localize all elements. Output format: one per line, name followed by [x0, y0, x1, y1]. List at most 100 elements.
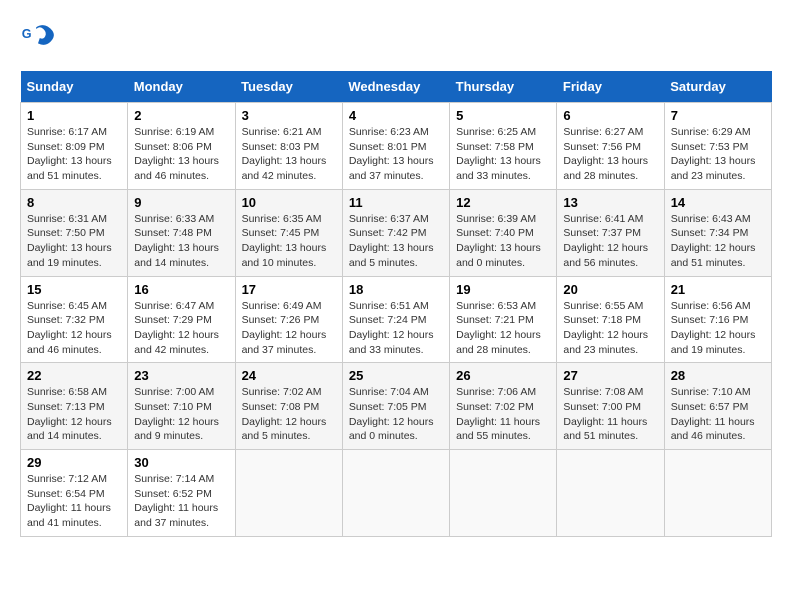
- day-info: Sunrise: 6:21 AMSunset: 8:03 PMDaylight:…: [242, 125, 336, 184]
- day-info: Sunrise: 7:10 AMSunset: 6:57 PMDaylight:…: [671, 385, 765, 444]
- day-number: 3: [242, 108, 336, 123]
- day-number: 1: [27, 108, 121, 123]
- day-number: 23: [134, 368, 228, 383]
- calendar-cell: 3 Sunrise: 6:21 AMSunset: 8:03 PMDayligh…: [235, 103, 342, 190]
- day-number: 30: [134, 455, 228, 470]
- calendar-cell: 26 Sunrise: 7:06 AMSunset: 7:02 PMDaylig…: [450, 363, 557, 450]
- calendar-cell: 23 Sunrise: 7:00 AMSunset: 7:10 PMDaylig…: [128, 363, 235, 450]
- day-number: 8: [27, 195, 121, 210]
- calendar-week-4: 22 Sunrise: 6:58 AMSunset: 7:13 PMDaylig…: [21, 363, 772, 450]
- calendar-week-5: 29 Sunrise: 7:12 AMSunset: 6:54 PMDaylig…: [21, 450, 772, 537]
- calendar-cell: 25 Sunrise: 7:04 AMSunset: 7:05 PMDaylig…: [342, 363, 449, 450]
- day-number: 28: [671, 368, 765, 383]
- day-info: Sunrise: 6:45 AMSunset: 7:32 PMDaylight:…: [27, 299, 121, 358]
- col-header-tuesday: Tuesday: [235, 71, 342, 103]
- day-info: Sunrise: 7:12 AMSunset: 6:54 PMDaylight:…: [27, 472, 121, 531]
- calendar-week-2: 8 Sunrise: 6:31 AMSunset: 7:50 PMDayligh…: [21, 189, 772, 276]
- day-number: 5: [456, 108, 550, 123]
- calendar-week-1: 1 Sunrise: 6:17 AMSunset: 8:09 PMDayligh…: [21, 103, 772, 190]
- calendar-cell: [342, 450, 449, 537]
- day-info: Sunrise: 6:33 AMSunset: 7:48 PMDaylight:…: [134, 212, 228, 271]
- day-number: 25: [349, 368, 443, 383]
- logo-icon: G: [20, 20, 56, 56]
- day-number: 2: [134, 108, 228, 123]
- day-number: 26: [456, 368, 550, 383]
- day-number: 29: [27, 455, 121, 470]
- day-info: Sunrise: 6:31 AMSunset: 7:50 PMDaylight:…: [27, 212, 121, 271]
- day-info: Sunrise: 6:37 AMSunset: 7:42 PMDaylight:…: [349, 212, 443, 271]
- calendar-cell: [235, 450, 342, 537]
- calendar-cell: 29 Sunrise: 7:12 AMSunset: 6:54 PMDaylig…: [21, 450, 128, 537]
- col-header-sunday: Sunday: [21, 71, 128, 103]
- day-info: Sunrise: 6:23 AMSunset: 8:01 PMDaylight:…: [349, 125, 443, 184]
- day-number: 14: [671, 195, 765, 210]
- day-number: 16: [134, 282, 228, 297]
- col-header-saturday: Saturday: [664, 71, 771, 103]
- day-number: 19: [456, 282, 550, 297]
- day-number: 15: [27, 282, 121, 297]
- day-number: 22: [27, 368, 121, 383]
- day-number: 7: [671, 108, 765, 123]
- day-number: 27: [563, 368, 657, 383]
- calendar-cell: [664, 450, 771, 537]
- day-info: Sunrise: 6:49 AMSunset: 7:26 PMDaylight:…: [242, 299, 336, 358]
- calendar-cell: 10 Sunrise: 6:35 AMSunset: 7:45 PMDaylig…: [235, 189, 342, 276]
- calendar-cell: 30 Sunrise: 7:14 AMSunset: 6:52 PMDaylig…: [128, 450, 235, 537]
- day-info: Sunrise: 6:43 AMSunset: 7:34 PMDaylight:…: [671, 212, 765, 271]
- day-info: Sunrise: 6:56 AMSunset: 7:16 PMDaylight:…: [671, 299, 765, 358]
- calendar-cell: 1 Sunrise: 6:17 AMSunset: 8:09 PMDayligh…: [21, 103, 128, 190]
- calendar-cell: 21 Sunrise: 6:56 AMSunset: 7:16 PMDaylig…: [664, 276, 771, 363]
- calendar-cell: 11 Sunrise: 6:37 AMSunset: 7:42 PMDaylig…: [342, 189, 449, 276]
- calendar-cell: 16 Sunrise: 6:47 AMSunset: 7:29 PMDaylig…: [128, 276, 235, 363]
- day-number: 20: [563, 282, 657, 297]
- day-info: Sunrise: 6:58 AMSunset: 7:13 PMDaylight:…: [27, 385, 121, 444]
- day-info: Sunrise: 7:00 AMSunset: 7:10 PMDaylight:…: [134, 385, 228, 444]
- calendar-cell: 17 Sunrise: 6:49 AMSunset: 7:26 PMDaylig…: [235, 276, 342, 363]
- calendar-cell: 8 Sunrise: 6:31 AMSunset: 7:50 PMDayligh…: [21, 189, 128, 276]
- day-info: Sunrise: 6:17 AMSunset: 8:09 PMDaylight:…: [27, 125, 121, 184]
- calendar-cell: 12 Sunrise: 6:39 AMSunset: 7:40 PMDaylig…: [450, 189, 557, 276]
- day-info: Sunrise: 7:08 AMSunset: 7:00 PMDaylight:…: [563, 385, 657, 444]
- calendar-week-3: 15 Sunrise: 6:45 AMSunset: 7:32 PMDaylig…: [21, 276, 772, 363]
- calendar-cell: 27 Sunrise: 7:08 AMSunset: 7:00 PMDaylig…: [557, 363, 664, 450]
- calendar-cell: [450, 450, 557, 537]
- day-info: Sunrise: 6:35 AMSunset: 7:45 PMDaylight:…: [242, 212, 336, 271]
- day-info: Sunrise: 6:53 AMSunset: 7:21 PMDaylight:…: [456, 299, 550, 358]
- calendar-cell: 15 Sunrise: 6:45 AMSunset: 7:32 PMDaylig…: [21, 276, 128, 363]
- calendar-cell: 22 Sunrise: 6:58 AMSunset: 7:13 PMDaylig…: [21, 363, 128, 450]
- col-header-thursday: Thursday: [450, 71, 557, 103]
- day-number: 6: [563, 108, 657, 123]
- day-number: 17: [242, 282, 336, 297]
- calendar-cell: 14 Sunrise: 6:43 AMSunset: 7:34 PMDaylig…: [664, 189, 771, 276]
- day-info: Sunrise: 6:19 AMSunset: 8:06 PMDaylight:…: [134, 125, 228, 184]
- day-number: 24: [242, 368, 336, 383]
- calendar-cell: 7 Sunrise: 6:29 AMSunset: 7:53 PMDayligh…: [664, 103, 771, 190]
- col-header-friday: Friday: [557, 71, 664, 103]
- calendar-header-row: SundayMondayTuesdayWednesdayThursdayFrid…: [21, 71, 772, 103]
- day-info: Sunrise: 7:14 AMSunset: 6:52 PMDaylight:…: [134, 472, 228, 531]
- svg-text:G: G: [22, 27, 32, 41]
- calendar-cell: 5 Sunrise: 6:25 AMSunset: 7:58 PMDayligh…: [450, 103, 557, 190]
- calendar-cell: 6 Sunrise: 6:27 AMSunset: 7:56 PMDayligh…: [557, 103, 664, 190]
- calendar-cell: 19 Sunrise: 6:53 AMSunset: 7:21 PMDaylig…: [450, 276, 557, 363]
- calendar-cell: 4 Sunrise: 6:23 AMSunset: 8:01 PMDayligh…: [342, 103, 449, 190]
- calendar-cell: 2 Sunrise: 6:19 AMSunset: 8:06 PMDayligh…: [128, 103, 235, 190]
- day-info: Sunrise: 6:25 AMSunset: 7:58 PMDaylight:…: [456, 125, 550, 184]
- day-info: Sunrise: 6:27 AMSunset: 7:56 PMDaylight:…: [563, 125, 657, 184]
- day-info: Sunrise: 6:29 AMSunset: 7:53 PMDaylight:…: [671, 125, 765, 184]
- day-info: Sunrise: 6:51 AMSunset: 7:24 PMDaylight:…: [349, 299, 443, 358]
- day-info: Sunrise: 7:06 AMSunset: 7:02 PMDaylight:…: [456, 385, 550, 444]
- calendar-cell: 9 Sunrise: 6:33 AMSunset: 7:48 PMDayligh…: [128, 189, 235, 276]
- day-info: Sunrise: 6:39 AMSunset: 7:40 PMDaylight:…: [456, 212, 550, 271]
- calendar-cell: 28 Sunrise: 7:10 AMSunset: 6:57 PMDaylig…: [664, 363, 771, 450]
- day-number: 18: [349, 282, 443, 297]
- calendar-cell: 13 Sunrise: 6:41 AMSunset: 7:37 PMDaylig…: [557, 189, 664, 276]
- page-header: G: [20, 20, 772, 56]
- day-info: Sunrise: 7:04 AMSunset: 7:05 PMDaylight:…: [349, 385, 443, 444]
- calendar-cell: 18 Sunrise: 6:51 AMSunset: 7:24 PMDaylig…: [342, 276, 449, 363]
- logo: G: [20, 20, 62, 56]
- day-info: Sunrise: 6:55 AMSunset: 7:18 PMDaylight:…: [563, 299, 657, 358]
- day-number: 4: [349, 108, 443, 123]
- day-info: Sunrise: 6:41 AMSunset: 7:37 PMDaylight:…: [563, 212, 657, 271]
- day-number: 11: [349, 195, 443, 210]
